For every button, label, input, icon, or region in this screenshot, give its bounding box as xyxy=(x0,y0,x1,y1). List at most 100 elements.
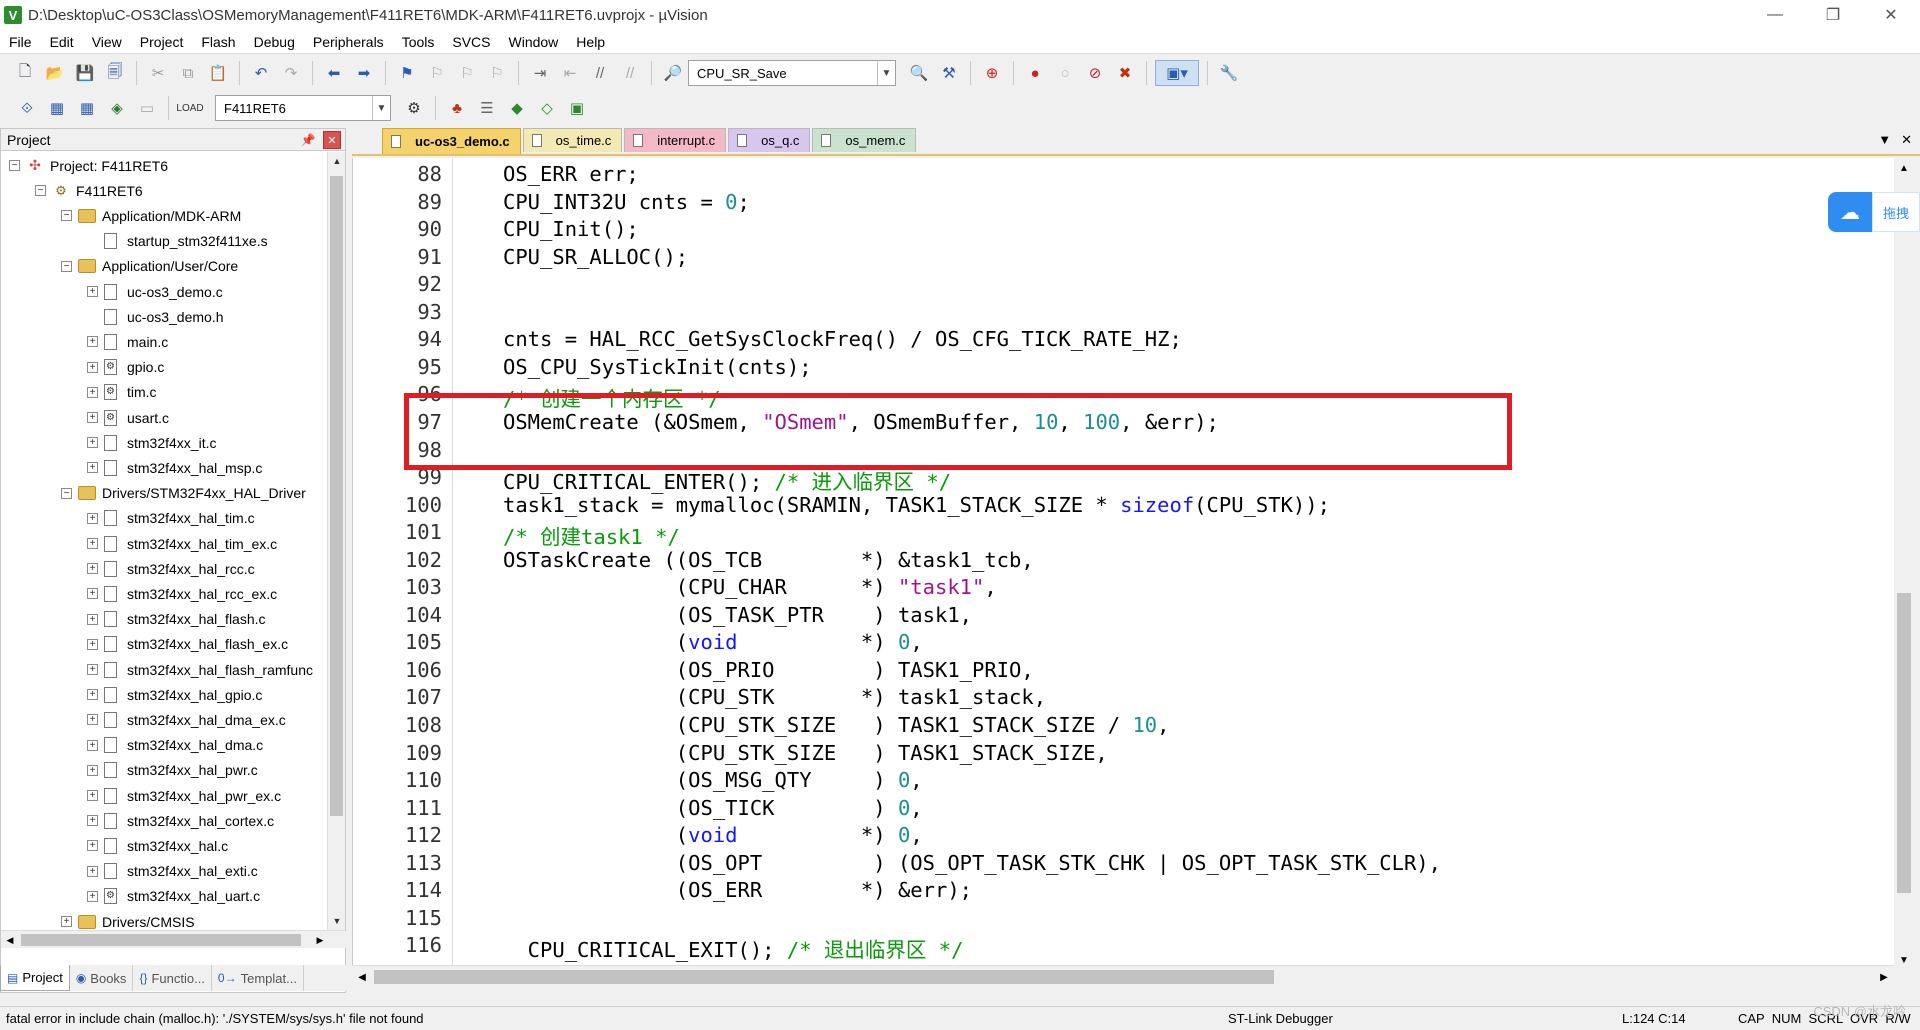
minimize-button[interactable]: — xyxy=(1746,0,1804,30)
editor-tab[interactable]: os_mem.c xyxy=(812,128,917,152)
tree-item[interactable]: + stm32f4xx_hal_pwr.c xyxy=(87,758,258,783)
scroll-down-icon[interactable]: ▼ xyxy=(1894,950,1914,970)
bookmark-toggle-icon[interactable]: ⚑ xyxy=(394,60,420,86)
expand-icon[interactable]: + xyxy=(87,840,98,852)
scroll-thumb[interactable] xyxy=(374,970,1274,984)
tree-item[interactable]: − Application/MDK-ARM xyxy=(61,203,241,228)
scroll-left-icon[interactable]: ◀ xyxy=(1,931,19,949)
code-line[interactable]: CPU_INT32U cnts = 0; xyxy=(503,190,750,214)
editor-tab[interactable]: uc-os3_demo.c xyxy=(382,128,521,154)
editor-tab[interactable]: os_time.c xyxy=(522,128,623,152)
expand-icon[interactable]: + xyxy=(87,412,98,423)
navigate-back-icon[interactable]: ⬅ xyxy=(321,60,347,86)
expand-icon[interactable]: + xyxy=(87,790,98,801)
tree-item[interactable]: + stm32f4xx_hal.c xyxy=(87,833,228,858)
expand-icon[interactable]: + xyxy=(87,437,98,449)
tree-item[interactable]: + stm32f4xx_hal_rcc_ex.c xyxy=(87,581,277,606)
incremental-find-icon[interactable]: ⚒ xyxy=(936,60,962,86)
build-icon[interactable]: ▦ xyxy=(44,95,70,121)
code-line[interactable]: (OS_PRIO ) TASK1_PRIO, xyxy=(503,658,1034,682)
editor-horizontal-scrollbar[interactable]: ◀ ▶ xyxy=(352,965,1894,987)
editor-vertical-scrollbar[interactable]: ▲ ▼ xyxy=(1894,158,1914,970)
expand-icon[interactable]: + xyxy=(87,890,98,902)
tree-item[interactable]: + stm32f4xx_hal_flash_ex.c xyxy=(87,632,288,657)
close-button[interactable]: ✕ xyxy=(1862,0,1920,30)
expand-icon[interactable]: + xyxy=(87,714,98,726)
tree-item[interactable]: + stm32f4xx_hal_dma.c xyxy=(87,733,263,758)
collapse-icon[interactable]: − xyxy=(9,160,20,171)
tree-item[interactable]: + stm32f4xx_hal_flash.c xyxy=(87,607,266,632)
scroll-right-icon[interactable]: ▶ xyxy=(311,931,329,949)
open-file-icon[interactable]: 📂 xyxy=(42,60,68,86)
collapse-icon[interactable]: − xyxy=(61,487,72,499)
project-tree-horizontal-scrollbar[interactable]: ◀ ▶ xyxy=(1,930,347,948)
scroll-thumb[interactable] xyxy=(330,176,343,816)
indent-icon[interactable]: ⇥ xyxy=(527,60,553,86)
expand-icon[interactable]: + xyxy=(87,538,98,549)
tree-item[interactable]: + usart.c xyxy=(87,405,169,430)
target-combo[interactable]: F411RET6 ▼ xyxy=(215,95,391,121)
manage-project-items-icon[interactable]: ♣ xyxy=(444,95,470,121)
undo-icon[interactable]: ↶ xyxy=(248,60,274,86)
scroll-up-icon[interactable]: ▲ xyxy=(1894,158,1914,178)
tree-item[interactable]: + stm32f4xx_hal_tim.c xyxy=(87,506,255,531)
tab-list-chevron-icon[interactable]: ▼ xyxy=(1878,132,1891,148)
menu-project[interactable]: Project xyxy=(131,30,193,54)
unindent-icon[interactable]: ⇤ xyxy=(557,60,583,86)
tab-project[interactable]: ▤ Project xyxy=(0,965,70,991)
tree-item[interactable]: + stm32f4xx_hal_flash_ramfunc xyxy=(87,657,313,682)
kill-breakpoints-icon[interactable]: ✖ xyxy=(1112,60,1138,86)
tree-item[interactable]: + stm32f4xx_hal_uart.c xyxy=(87,884,260,909)
batch-build-icon[interactable]: ◈ xyxy=(104,95,130,121)
code-line[interactable]: OS_ERR err; xyxy=(503,162,639,186)
expand-icon[interactable]: + xyxy=(87,689,98,701)
menu-debug[interactable]: Debug xyxy=(245,30,304,54)
tree-item[interactable]: − ⚙ F411RET6 xyxy=(35,178,143,203)
translate-icon[interactable]: ⟐ xyxy=(14,95,40,121)
tree-item[interactable]: + Drivers/CMSIS xyxy=(61,909,195,930)
editor-tab[interactable]: interrupt.c xyxy=(624,128,727,152)
drag-label[interactable]: 拖拽 xyxy=(1872,192,1920,232)
project-tree-vertical-scrollbar[interactable]: ▲ ▼ xyxy=(327,152,345,930)
expand-icon[interactable]: + xyxy=(87,865,98,877)
menu-svcs[interactable]: SVCS xyxy=(443,30,499,54)
expand-icon[interactable]: + xyxy=(87,764,98,776)
menu-help[interactable]: Help xyxy=(567,30,614,54)
tree-item[interactable]: + tim.c xyxy=(87,380,157,405)
disable-breakpoints-icon[interactable]: ⊘ xyxy=(1082,60,1108,86)
code-line[interactable]: (OS_TICK ) 0, xyxy=(503,796,923,820)
expand-icon[interactable]: + xyxy=(87,588,98,600)
cloud-upload-widget[interactable]: ☁ 拖拽 xyxy=(1828,192,1920,232)
enable-breakpoint-icon[interactable]: ○ xyxy=(1052,60,1078,86)
code-line[interactable]: (CPU_STK_SIZE ) TASK1_STACK_SIZE, xyxy=(503,741,1108,765)
cut-icon[interactable]: ✂ xyxy=(145,60,171,86)
code-line[interactable]: task1_stack = mymalloc(SRAMIN, TASK1_STA… xyxy=(503,493,1330,517)
save-icon[interactable]: 💾 xyxy=(72,60,98,86)
expand-icon[interactable]: + xyxy=(87,386,98,398)
tree-item[interactable]: + stm32f4xx_hal_exti.c xyxy=(87,859,258,884)
tree-item[interactable]: startup_stm32f411xe.s xyxy=(87,229,268,254)
stop-build-icon[interactable]: ▭ xyxy=(134,95,160,121)
insert-breakpoint-icon[interactable]: ● xyxy=(1022,60,1048,86)
new-file-icon[interactable]: 🗋 xyxy=(12,60,38,86)
tree-item[interactable]: + stm32f4xx_hal_pwr_ex.c xyxy=(87,783,281,808)
comment-icon[interactable]: // xyxy=(587,60,613,86)
expand-icon[interactable]: + xyxy=(87,739,98,751)
expand-icon[interactable]: + xyxy=(87,462,98,474)
bookmark-prev-icon[interactable]: ⚐ xyxy=(424,60,450,86)
tree-item[interactable]: + main.c xyxy=(87,329,168,354)
scroll-right-icon[interactable]: ▶ xyxy=(1874,966,1894,988)
tree-item[interactable]: + uc-os3_demo.c xyxy=(87,279,223,304)
expand-icon[interactable]: + xyxy=(87,638,98,650)
menu-tools[interactable]: Tools xyxy=(393,30,444,54)
code-line[interactable]: (void *) 0, xyxy=(503,630,923,654)
expand-icon[interactable]: + xyxy=(87,336,98,348)
collapse-icon[interactable]: − xyxy=(35,185,46,197)
code-line[interactable]: (OS_TASK_PTR ) task1, xyxy=(503,603,972,627)
scroll-down-icon[interactable]: ▼ xyxy=(328,912,346,930)
find-in-files-icon[interactable]: 🔎 xyxy=(660,60,686,86)
scroll-up-icon[interactable]: ▲ xyxy=(328,152,346,170)
tab-functions[interactable]: {} Functio... xyxy=(133,965,212,991)
save-all-icon[interactable]: 🗐 xyxy=(102,60,128,86)
expand-icon[interactable]: + xyxy=(61,916,72,927)
